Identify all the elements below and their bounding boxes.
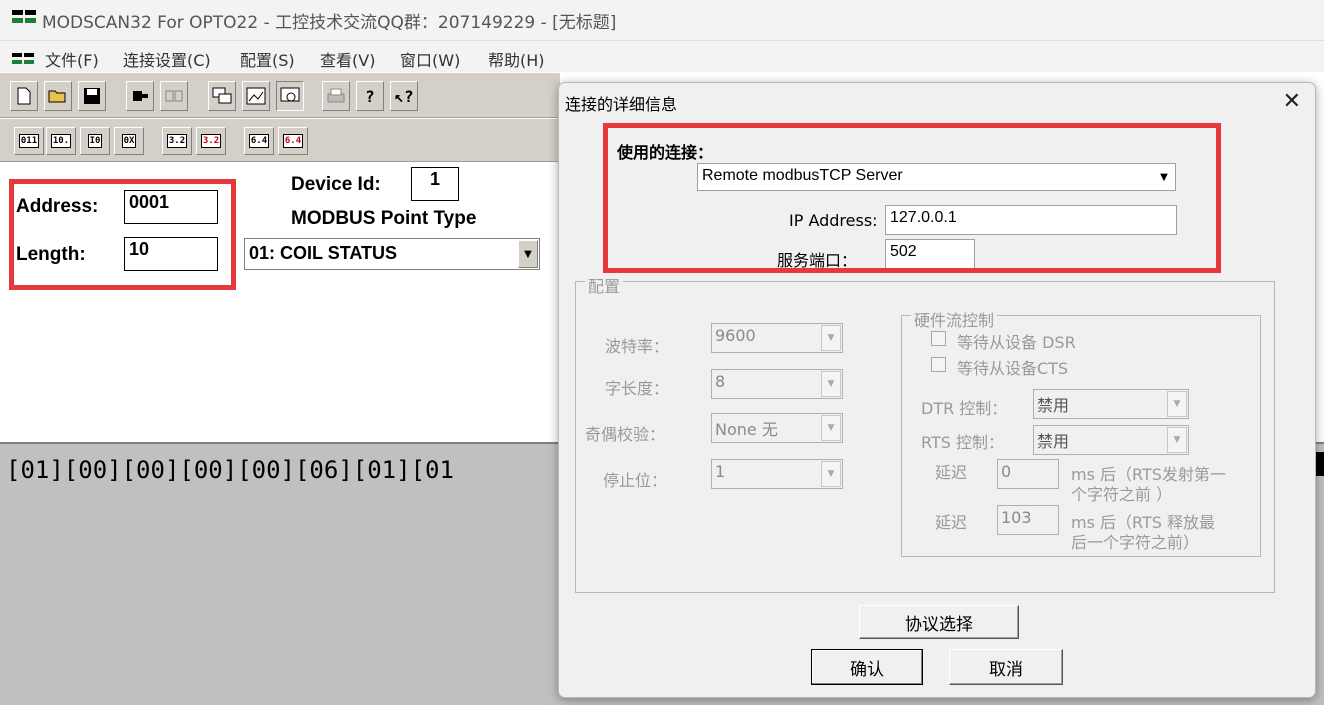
chevron-down-icon[interactable]: ▼ <box>518 240 538 268</box>
raw-traffic-text: [01][00][00][00][00][06][01][01 <box>6 456 454 484</box>
word-length-label: 字长度： <box>605 379 670 398</box>
chevron-down-icon[interactable]: ▼ <box>821 325 841 351</box>
delay-before-note-line2: 个字符之前 ） <box>1071 485 1173 504</box>
dsr-checkbox[interactable] <box>931 331 946 346</box>
menu-help[interactable]: 帮助(H) <box>488 47 545 71</box>
app-icon <box>12 10 36 23</box>
save-icon[interactable] <box>78 81 106 111</box>
chevron-down-icon[interactable]: ▼ <box>821 461 841 487</box>
float-swapped-format-icon[interactable]: 3.2 <box>196 127 226 155</box>
address-highlight-box <box>9 179 236 290</box>
float-format-icon[interactable]: 3.2 <box>162 127 192 155</box>
ok-button[interactable]: 确认 <box>811 649 923 685</box>
dtr-control-label: DTR 控制： <box>921 399 1008 418</box>
chevron-down-icon[interactable]: ▼ <box>1167 391 1187 417</box>
menu-connection[interactable]: 连接设置(C) <box>123 47 211 71</box>
window-title: MODSCAN32 For OPTO22 - 工控技术交流QQ群：2071492… <box>42 13 617 33</box>
close-icon[interactable]: ✕ <box>1283 89 1301 114</box>
chevron-down-icon[interactable]: ▼ <box>821 371 841 397</box>
cts-label: 等待从设备CTS <box>957 359 1069 378</box>
rts-control-select[interactable]: 禁用 ▼ <box>1033 425 1189 455</box>
menu-bar: 文件(F) 连接设置(C) 配置(S) 查看(V) 窗口(W) 帮助(H) <box>0 40 1324 72</box>
flow-control-group-title: 硬件流控制 <box>911 307 998 331</box>
context-help-icon[interactable]: ↖? <box>390 81 418 111</box>
scan-config-area: Address: 0001 Length: 10 Device Id: 1 MO… <box>0 162 560 442</box>
chart-window-icon[interactable] <box>242 81 270 111</box>
chevron-down-icon[interactable]: ▼ <box>1167 427 1187 453</box>
point-type-select[interactable]: 01: COIL STATUS ▼ <box>244 238 540 270</box>
baud-rate-select[interactable]: 9600 ▼ <box>711 323 843 353</box>
cancel-button[interactable]: 取消 <box>949 649 1063 685</box>
delay-after-label: 延迟 <box>935 513 968 532</box>
menu-view[interactable]: 查看(V) <box>320 47 375 71</box>
connect-icon[interactable] <box>126 81 154 111</box>
config-group-title: 配置 <box>585 273 624 297</box>
monitor-window-icon[interactable] <box>276 81 304 111</box>
open-icon[interactable] <box>44 81 72 111</box>
double-swapped-format-icon[interactable]: 6.4 <box>278 127 308 155</box>
double-format-icon[interactable]: 6.4 <box>244 127 274 155</box>
menu-window[interactable]: 窗口(W) <box>400 47 460 71</box>
connection-details-dialog: 连接的详细信息 ✕ 使用的连接： Remote modbusTCP Server… <box>558 82 1316 698</box>
word-length-select[interactable]: 8 ▼ <box>711 369 843 399</box>
new-icon[interactable] <box>10 81 38 111</box>
delay-after-field[interactable]: 103 <box>997 505 1059 535</box>
baud-rate-label: 波特率： <box>605 337 670 356</box>
print-icon[interactable] <box>322 81 350 111</box>
menu-setup[interactable]: 配置(S) <box>240 47 295 71</box>
delay-before-field[interactable]: 0 <box>997 459 1059 489</box>
stop-bits-select[interactable]: 1 ▼ <box>711 459 843 489</box>
binary-format-icon[interactable]: 011 <box>14 127 44 155</box>
parity-select[interactable]: None 无 ▼ <box>711 413 843 443</box>
display-format-toolbar: 011 10. I0 0X 3.2 3.2 6.4 6.4 <box>0 118 560 162</box>
dsr-label: 等待从设备 DSR <box>957 333 1076 352</box>
main-toolbar: ? ↖? <box>0 72 560 118</box>
point-type-label: MODBUS Point Type <box>291 208 477 229</box>
dialog-title: 连接的详细信息 <box>565 95 678 114</box>
device-id-label: Device Id: <box>291 174 381 195</box>
disconnect-icon[interactable] <box>160 81 188 111</box>
connection-highlight-box <box>603 123 1221 273</box>
hex-format-icon[interactable]: 0X <box>114 127 144 155</box>
help-icon[interactable]: ? <box>356 81 384 111</box>
pane-edge-marker <box>1316 452 1324 476</box>
document-window-icon[interactable] <box>12 53 34 65</box>
protocol-select-button[interactable]: 协议选择 <box>859 605 1019 639</box>
decimal-format-icon[interactable]: 10. <box>46 127 76 155</box>
display-options-icon[interactable] <box>208 81 236 111</box>
integer-format-icon[interactable]: I0 <box>80 127 110 155</box>
delay-before-label: 延迟 <box>935 463 968 482</box>
title-bar: MODSCAN32 For OPTO22 - 工控技术交流QQ群：2071492… <box>0 0 1324 40</box>
dtr-control-select[interactable]: 禁用 ▼ <box>1033 389 1189 419</box>
parity-label: 奇偶校验： <box>585 425 666 444</box>
chevron-down-icon[interactable]: ▼ <box>821 415 841 441</box>
stop-bits-label: 停止位： <box>603 471 668 490</box>
cts-checkbox[interactable] <box>931 357 946 372</box>
rts-control-label: RTS 控制： <box>921 433 1004 452</box>
device-id-input[interactable]: 1 <box>411 167 459 201</box>
menu-file[interactable]: 文件(F) <box>45 47 99 71</box>
delay-after-note-line2: 后一个字符之前） <box>1071 533 1200 552</box>
